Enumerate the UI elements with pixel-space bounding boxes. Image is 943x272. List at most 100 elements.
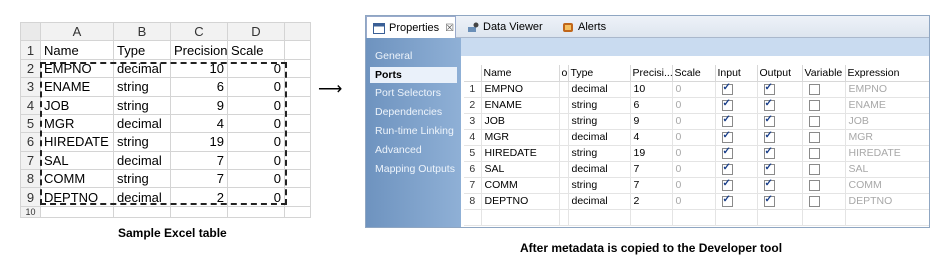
nav-mapping-outputs[interactable]: Mapping Outputs [375,163,455,175]
excel-cell[interactable] [227,205,285,219]
input-checkbox[interactable] [721,146,733,159]
grid-cell-type[interactable]: string [568,113,631,130]
excel-cell[interactable]: 2 [170,187,228,207]
output-checkbox[interactable] [763,130,775,143]
grid-cell-scale[interactable]: 0 [672,177,716,194]
grid-cell-variable[interactable] [802,129,846,146]
excel-cell[interactable]: 0 [227,150,285,171]
nav-ports[interactable]: Ports [370,67,457,83]
grid-header-o[interactable]: o [559,65,569,82]
input-checkbox[interactable] [721,114,733,127]
grid-header-output[interactable]: Output [757,65,803,82]
excel-cell[interactable]: string [113,168,171,189]
grid-cell-o[interactable] [559,113,569,130]
excel-col-header[interactable]: D [227,21,285,42]
excel-cell[interactable]: MGR [40,113,114,134]
excel-cell[interactable]: 0 [227,95,285,115]
variable-checkbox[interactable] [808,179,820,191]
variable-checkbox[interactable] [808,131,820,143]
variable-checkbox[interactable] [808,195,820,207]
grid-header-variable[interactable]: Variable [802,65,846,82]
nav-general[interactable]: General [375,50,412,62]
excel-row-number[interactable]: 7 [20,150,41,171]
grid-cell-o[interactable] [559,177,569,194]
excel-cell[interactable]: COMM [40,168,114,189]
grid-cell-scale[interactable]: 0 [672,161,716,178]
grid-cell-variable[interactable] [802,97,846,114]
grid-row[interactable]: 1EMPNOdecimal100EMPNO [464,81,929,98]
excel-cell[interactable]: 0 [227,132,285,152]
tab-properties[interactable]: Properties ☒ [366,16,456,39]
grid-cell-precision[interactable]: 9 [630,113,673,130]
excel-cell-blank[interactable] [284,113,311,134]
excel-row-number[interactable]: 5 [20,113,41,134]
grid-cell-o[interactable] [559,145,569,162]
grid-cell-variable[interactable] [802,113,846,130]
grid-cell-name[interactable]: DEPTNO [481,193,560,210]
excel-cell[interactable]: 19 [170,132,228,152]
grid-header-input[interactable]: Input [715,65,758,82]
excel-cell[interactable] [170,205,228,219]
grid-cell-type[interactable]: decimal [568,81,631,98]
grid-cell-input[interactable] [715,81,758,98]
output-checkbox[interactable] [763,178,775,191]
excel-col-header[interactable]: A [40,21,114,42]
input-checkbox[interactable] [721,82,733,95]
grid-cell-o[interactable] [559,97,569,114]
excel-row-number[interactable]: 2 [20,58,41,79]
grid-cell-expression[interactable]: SAL [845,161,929,178]
grid-cell-type[interactable]: decimal [568,193,631,210]
grid-cell-variable[interactable] [802,193,846,210]
excel-col-header-blank[interactable] [284,21,311,42]
excel-cell[interactable]: decimal [113,58,171,79]
grid-row-empty[interactable] [464,209,929,226]
excel-cell[interactable]: Name [40,40,114,60]
grid-cell-variable[interactable] [802,81,846,98]
excel-cell-blank[interactable] [284,132,311,152]
grid-cell-scale[interactable]: 0 [672,145,716,162]
variable-checkbox[interactable] [808,163,820,175]
excel-cell[interactable] [40,205,114,219]
excel-cell[interactable]: 0 [227,187,285,207]
grid-cell-input[interactable] [715,177,758,194]
grid-cell-name[interactable]: JOB [481,113,560,130]
excel-cell[interactable]: string [113,132,171,152]
excel-cell[interactable]: 10 [170,58,228,79]
grid-cell-precision[interactable]: 7 [630,177,673,194]
grid-cell-name[interactable]: EMPNO [481,81,560,98]
grid-cell-output[interactable] [757,177,803,194]
excel-cell-blank[interactable] [284,187,311,207]
grid-cell-o[interactable] [559,193,569,210]
grid-row[interactable]: 4MGRdecimal40MGR [464,129,929,146]
grid-cell-o[interactable] [559,129,569,146]
grid-cell-output[interactable] [757,161,803,178]
excel-cell[interactable]: 7 [170,168,228,189]
grid-cell-scale[interactable]: 0 [672,113,716,130]
grid-cell-input[interactable] [715,113,758,130]
grid-cell-expression[interactable]: ENAME [845,97,929,114]
nav-run-time-linking[interactable]: Run-time Linking [375,125,454,137]
excel-cell[interactable]: 0 [227,58,285,79]
grid-row[interactable]: 3JOBstring90JOB [464,113,929,130]
grid-row[interactable]: 6SALdecimal70SAL [464,161,929,178]
grid-cell-output[interactable] [757,113,803,130]
grid-cell-precision[interactable]: 6 [630,97,673,114]
grid-cell-name[interactable]: SAL [481,161,560,178]
grid-row[interactable]: 7COMMstring70COMM [464,177,929,194]
grid-cell-o[interactable] [559,81,569,98]
grid-cell-expression[interactable]: HIREDATE [845,145,929,162]
grid-header-type[interactable]: Type [568,65,631,82]
grid-cell-output[interactable] [757,97,803,114]
excel-cell[interactable] [113,205,171,219]
excel-cell-blank[interactable] [284,95,311,115]
grid-cell-input[interactable] [715,97,758,114]
grid-cell-type[interactable]: decimal [568,161,631,178]
grid-cell-scale[interactable]: 0 [672,81,716,98]
grid-cell-scale[interactable]: 0 [672,129,716,146]
excel-cell[interactable]: Type [113,40,171,60]
excel-cell[interactable]: 4 [170,113,228,134]
grid-cell-type[interactable]: string [568,145,631,162]
excel-cell-blank[interactable] [284,58,311,79]
grid-header-expression[interactable]: Expression [845,65,929,82]
grid-cell-name[interactable]: MGR [481,129,560,146]
